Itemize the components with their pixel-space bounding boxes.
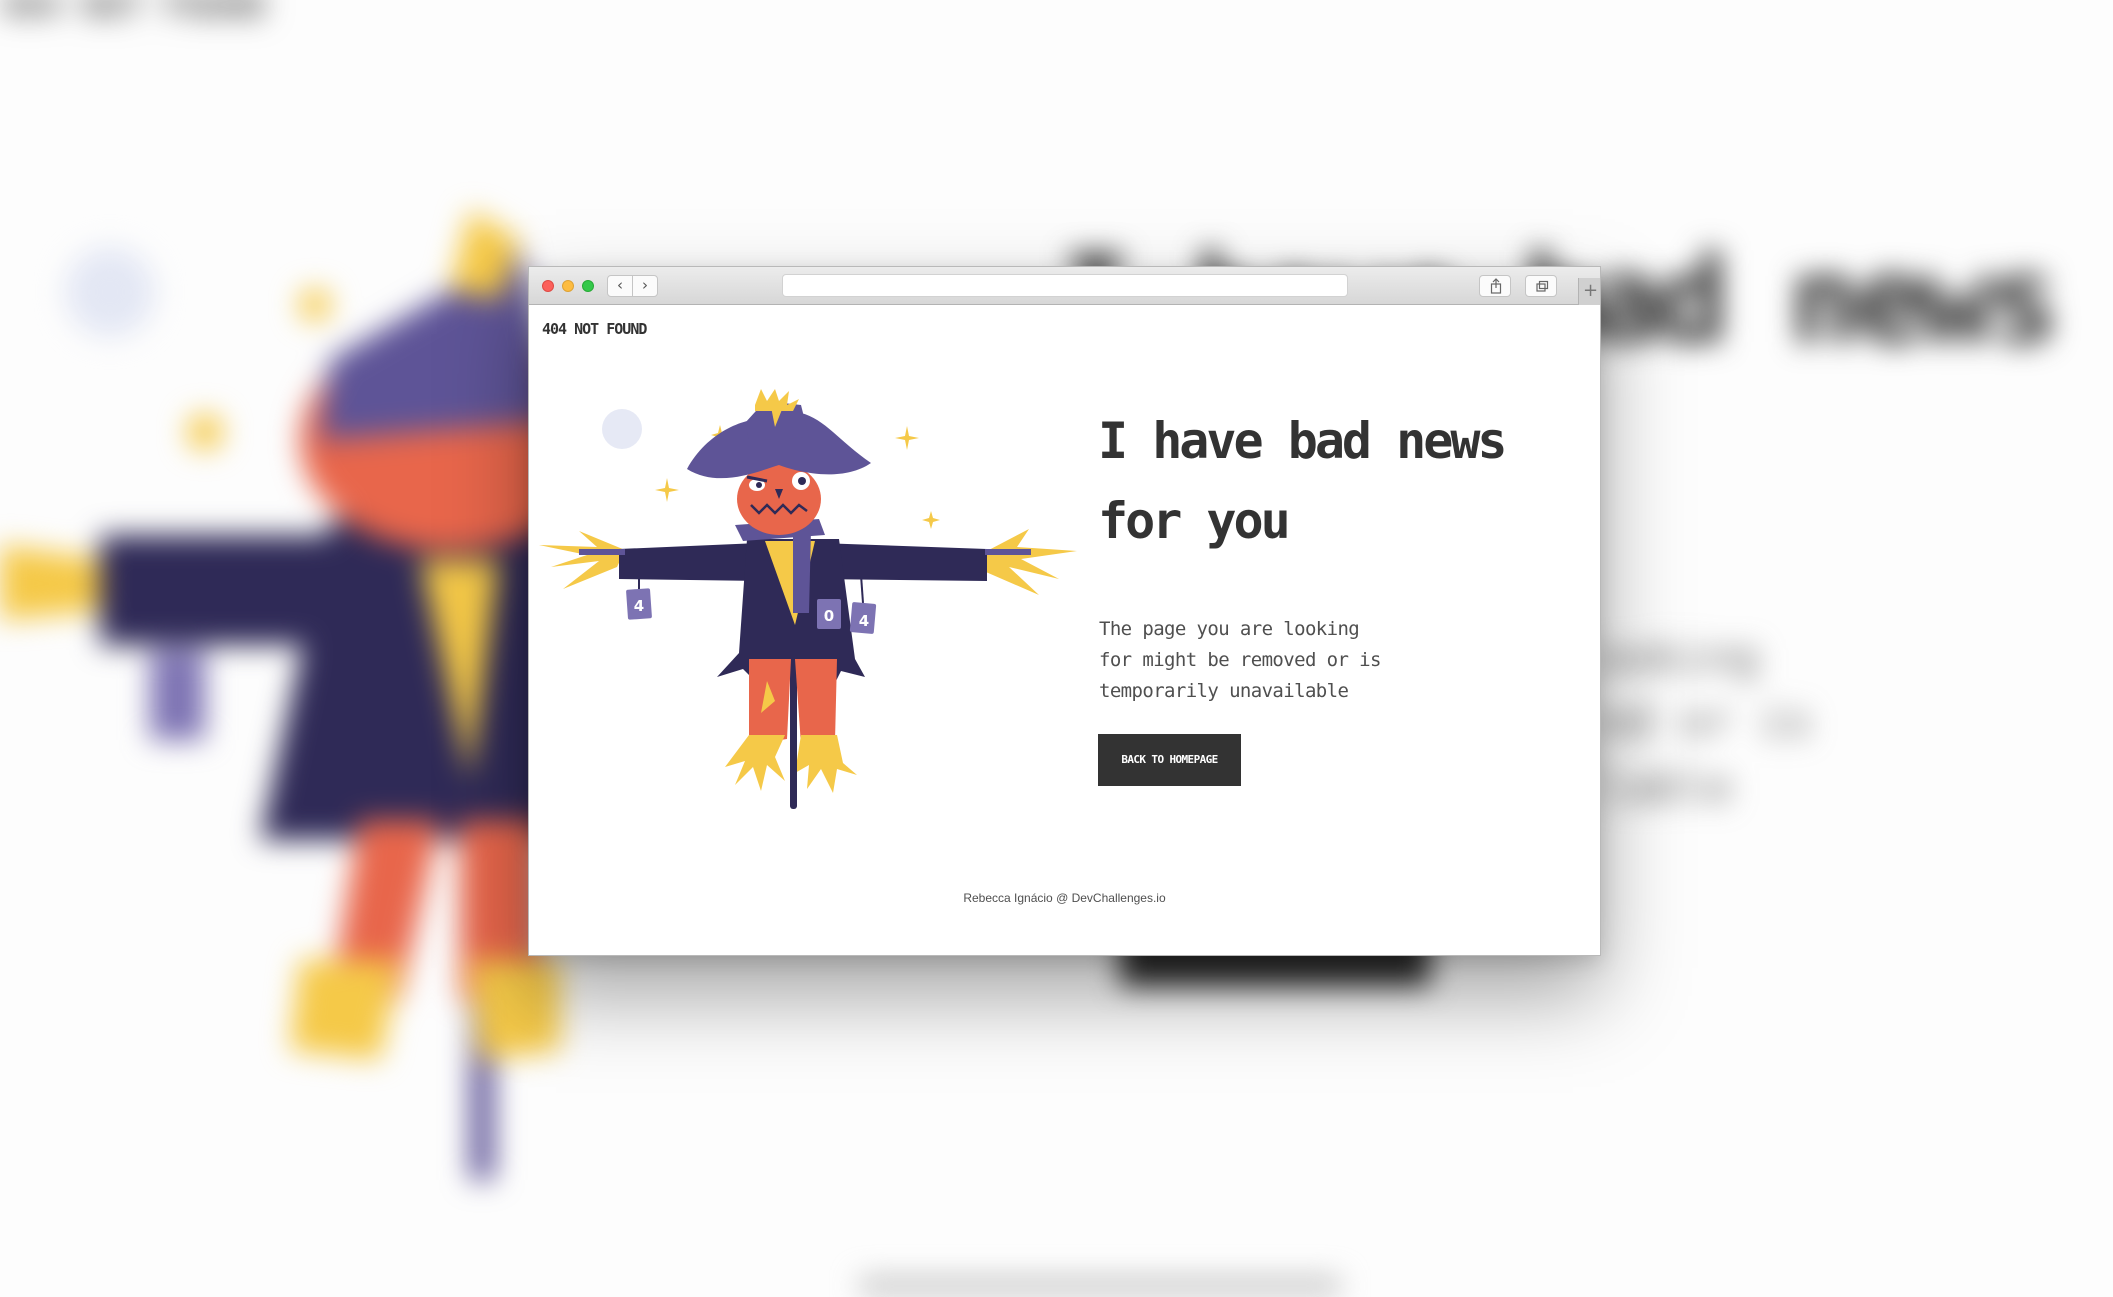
share-icon (1490, 278, 1502, 294)
plus-icon: + (1582, 280, 1599, 301)
minimize-icon[interactable] (562, 280, 574, 292)
sparkle-icon (922, 511, 940, 529)
brand-logo[interactable]: 404 NOT FOUND (542, 320, 647, 338)
close-icon[interactable] (542, 280, 554, 292)
description-line-2: for might be removed or is (1099, 649, 1381, 671)
back-button[interactable]: ‹ (607, 275, 633, 297)
show-tabs-button[interactable] (1525, 275, 1557, 297)
headline-line-2: for you (1098, 492, 1291, 550)
can-right: 4 (849, 602, 877, 634)
sparkle-icon (655, 478, 679, 502)
can-label-2: 0 (824, 607, 834, 625)
new-tab-button[interactable]: + (1578, 278, 1600, 305)
maximize-icon[interactable] (582, 280, 594, 292)
scarecrow-illustration: 4 0 4 (539, 389, 1077, 809)
tabs-icon (1536, 280, 1549, 292)
moon-icon (602, 409, 642, 449)
window-titlebar: ‹ › + (529, 267, 1600, 305)
sparkle-icon (895, 426, 919, 450)
headline-line-1: I have bad news (1098, 412, 1508, 470)
can-label-1: 4 (634, 597, 644, 615)
address-bar[interactable] (782, 274, 1348, 297)
chevron-left-icon: ‹ (617, 276, 623, 294)
can-middle: 0 (817, 599, 841, 629)
can-label-3: 4 (859, 612, 869, 630)
footer-credit: Rebecca Ignácio @ DevChallenges.io (963, 891, 1166, 905)
share-button[interactable] (1479, 275, 1511, 297)
chevron-right-icon: › (642, 276, 648, 294)
browser-window: ‹ › + 404 NOT FOUND 4 0 4 I have bad new… (528, 266, 1601, 956)
page-headline: I have bad news for you (1098, 401, 1598, 561)
description-line-3: temporarily unavailable (1099, 680, 1349, 702)
page-content: 404 NOT FOUND 4 0 4 I have bad news for … (529, 305, 1600, 955)
can-left: 4 (626, 588, 652, 620)
back-to-homepage-button[interactable]: BACK TO HOMEPAGE (1098, 734, 1241, 786)
page-description: The page you are looking for might be re… (1099, 614, 1429, 707)
description-line-1: The page you are looking (1099, 618, 1360, 640)
forward-button[interactable]: › (632, 275, 658, 297)
